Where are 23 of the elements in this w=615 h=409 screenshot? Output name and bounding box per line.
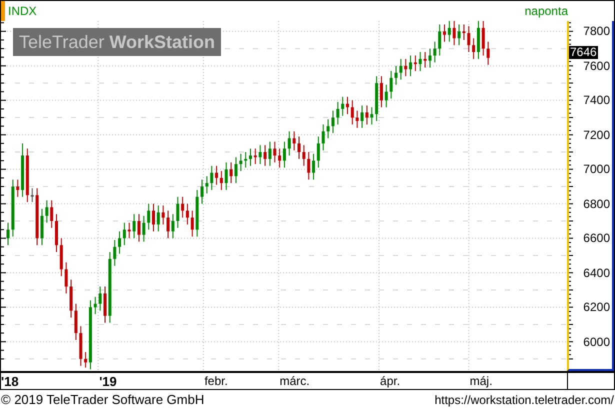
price-axis-label: 7000 <box>583 163 610 176</box>
time-axis-label: márc. <box>280 374 310 389</box>
website-link[interactable]: https://workstation.teletrader.com/ <box>434 394 614 406</box>
price-axis-label: 7800 <box>583 25 610 38</box>
price-axis-label: 6200 <box>583 301 610 314</box>
price-axis-label: 7400 <box>583 94 610 106</box>
copyright-text: © 2019 TeleTrader Software GmbH <box>1 393 204 406</box>
interval-label: naponta <box>524 5 568 17</box>
time-axis-label: '18 <box>1 374 19 389</box>
time-axis-label: febr. <box>204 374 228 389</box>
time-axis-label: ápr. <box>380 374 400 389</box>
workstation-logo: TeleTrader WorkStation <box>13 28 222 56</box>
symbol-label: INDX <box>8 5 37 17</box>
price-axis-label: 7600 <box>583 60 610 72</box>
price-axis-label: 6000 <box>583 336 610 348</box>
price-axis-label: 7200 <box>583 128 610 141</box>
price-axis-label: 6600 <box>583 232 610 244</box>
symbol-marker <box>1 1 5 21</box>
last-price-label: 7646 <box>569 46 598 59</box>
price-axis-label: 6800 <box>583 198 610 210</box>
time-axis-label: '19 <box>99 374 117 389</box>
price-axis-label: 6400 <box>583 266 610 279</box>
time-axis-label: máj. <box>470 374 492 389</box>
